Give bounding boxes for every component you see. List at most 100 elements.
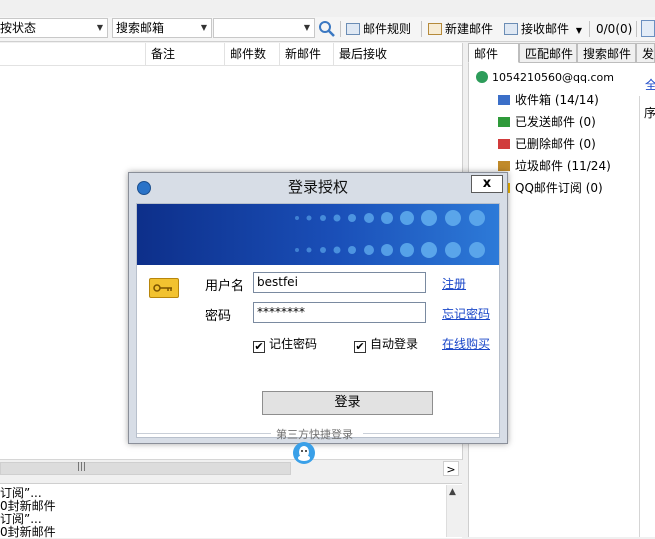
detail-column: 序: [639, 96, 655, 537]
search-input[interactable]: ▼: [213, 18, 315, 38]
chevron-down-icon: ▼: [303, 23, 310, 32]
mail-counter-text: 0/0(0): [596, 22, 633, 36]
column-header-last-received[interactable]: 最后接收: [333, 43, 462, 65]
toolbar-divider: [589, 21, 590, 37]
auto-login-label: 自动登录: [370, 337, 419, 351]
new-mail-button[interactable]: 新建邮件: [428, 19, 493, 39]
account-icon: [476, 71, 488, 83]
folder-junk[interactable]: 垃圾邮件 (11/24): [498, 158, 611, 174]
trash-icon: [498, 139, 510, 149]
column-header-note[interactable]: 备注: [145, 43, 224, 65]
compose-icon: [428, 23, 442, 35]
folder-sent[interactable]: 已发送邮件 (0): [498, 114, 596, 130]
folder-label: 收件箱 (14/14): [515, 93, 599, 107]
tab-label: 搜索邮件: [583, 47, 632, 61]
chevron-down-icon: ▼: [96, 23, 103, 32]
password-label: 密码: [205, 309, 232, 324]
column-header-new[interactable]: 新邮件: [279, 43, 333, 65]
third-party-label: 第三方快捷登录: [276, 428, 353, 441]
column-header-index[interactable]: 序: [644, 104, 655, 121]
tab-label: 邮件: [474, 47, 499, 61]
dialog-body: 用户名 bestfei 注册 密码 ******** 忘记密码 ✔ 记住密码 ✔ 自…: [136, 203, 500, 464]
username-value: bestfei: [257, 275, 298, 289]
dialog-title: 登录授权: [287, 178, 348, 196]
horizontal-scrollbar[interactable]: ||| >: [0, 459, 462, 477]
folder-qq-subscription[interactable]: QQ邮件订阅 (0): [498, 180, 603, 196]
account-label: 1054210560@qq.com: [492, 71, 614, 84]
log-panel: 订阅”... 0封新邮件 订阅”... 0封新邮件: [0, 483, 462, 539]
receive-mail-button[interactable]: 接收邮件 ▼: [504, 19, 582, 39]
dialog-banner: [137, 204, 499, 265]
username-label: 用户名: [205, 279, 245, 294]
tab-send[interactable]: 发: [636, 43, 655, 63]
junk-icon: [498, 161, 510, 171]
key-icon: [149, 278, 179, 298]
search-scope-value: 搜索邮箱: [116, 21, 165, 35]
account-node[interactable]: 1054210560@qq.com: [476, 70, 614, 86]
auto-login-checkbox[interactable]: ✔ 自动登录: [354, 335, 418, 353]
tab-mail[interactable]: 邮件: [468, 43, 519, 63]
toolbar-divider: [340, 21, 341, 37]
checkbox-checked-icon: ✔: [354, 340, 366, 353]
receive-icon: [504, 23, 518, 35]
password-field[interactable]: ********: [253, 302, 426, 323]
register-link[interactable]: 注册: [442, 275, 466, 292]
remember-password-label: 记住密码: [269, 337, 318, 351]
contacts-icon[interactable]: [641, 20, 655, 37]
rules-icon: [346, 23, 360, 35]
buy-online-link[interactable]: 在线购买: [442, 335, 490, 352]
tab-label: 发: [642, 47, 655, 61]
tab-label: 匹配邮件: [525, 47, 574, 61]
column-label: 邮件数: [230, 47, 267, 61]
banner-dots-icon: [295, 210, 485, 258]
column-label: 备注: [151, 47, 176, 61]
checkbox-checked-icon: ✔: [253, 340, 265, 353]
mail-counter: 0/0(0): [596, 19, 632, 39]
mail-rules-button[interactable]: 邮件规则: [346, 19, 411, 39]
new-mail-label: 新建邮件: [445, 22, 494, 36]
remember-password-checkbox[interactable]: ✔ 记住密码: [253, 335, 317, 353]
log-scrollbar[interactable]: ▲: [446, 485, 463, 537]
chevron-down-icon: ▼: [575, 26, 582, 35]
folder-label: 已删除邮件 (0): [515, 137, 596, 151]
folder-label: QQ邮件订阅 (0): [515, 181, 603, 195]
log-line: 0封新邮件: [0, 525, 56, 539]
status-filter-select[interactable]: 按状态 ▼: [0, 18, 108, 38]
divider-line: [363, 433, 499, 434]
search-scope-select[interactable]: 搜索邮箱 ▼: [112, 18, 212, 38]
toolbar-divider: [636, 21, 637, 37]
grip-icon: |||: [77, 462, 87, 472]
close-button[interactable]: x: [471, 175, 503, 193]
tab-matched-mail[interactable]: 匹配邮件: [519, 43, 577, 63]
qq-login-icon[interactable]: [293, 442, 315, 464]
toolbar-divider: [421, 21, 422, 37]
username-field[interactable]: bestfei: [253, 272, 426, 293]
receive-mail-label: 接收邮件: [521, 22, 570, 36]
scroll-up-icon[interactable]: ▲: [449, 487, 456, 497]
mail-list-header: 备注 邮件数 新邮件 最后接收: [0, 43, 462, 66]
chevron-down-icon: ▼: [200, 23, 207, 32]
main-toolbar: 按状态 ▼ 搜索邮箱 ▼ ▼ 邮件规则 新建邮件 接收邮件 ▼ 0/0(0): [0, 17, 655, 42]
scrollbar-thumb[interactable]: |||: [0, 462, 291, 475]
folder-tabs: 邮件 匹配邮件 搜索邮件 发: [468, 43, 655, 63]
column-header-count[interactable]: 邮件数: [224, 43, 279, 65]
login-button[interactable]: 登录: [262, 391, 433, 415]
login-dialog: 登录授权 x 用户名 bestfei 注册 密码 ******** 忘记密码 ✔…: [128, 172, 508, 464]
scroll-right-icon[interactable]: >: [443, 461, 459, 476]
folder-inbox[interactable]: 收件箱 (14/14): [498, 92, 599, 108]
status-filter-value: 按状态: [0, 21, 37, 35]
folder-label: 垃圾邮件 (11/24): [515, 159, 611, 173]
select-all-link[interactable]: 全: [645, 76, 655, 93]
divider-line: [137, 433, 271, 434]
mail-rules-label: 邮件规则: [363, 22, 412, 36]
folder-deleted[interactable]: 已删除邮件 (0): [498, 136, 596, 152]
third-party-divider: 第三方快捷登录: [137, 426, 499, 441]
forgot-password-link[interactable]: 忘记密码: [442, 305, 490, 322]
search-icon[interactable]: [318, 20, 336, 38]
folder-label: 已发送邮件 (0): [515, 115, 596, 129]
column-label: 新邮件: [285, 47, 322, 61]
password-value: ********: [257, 305, 305, 319]
tab-search-mail[interactable]: 搜索邮件: [577, 43, 636, 63]
sent-icon: [498, 117, 510, 127]
column-label: 最后接收: [339, 47, 388, 61]
